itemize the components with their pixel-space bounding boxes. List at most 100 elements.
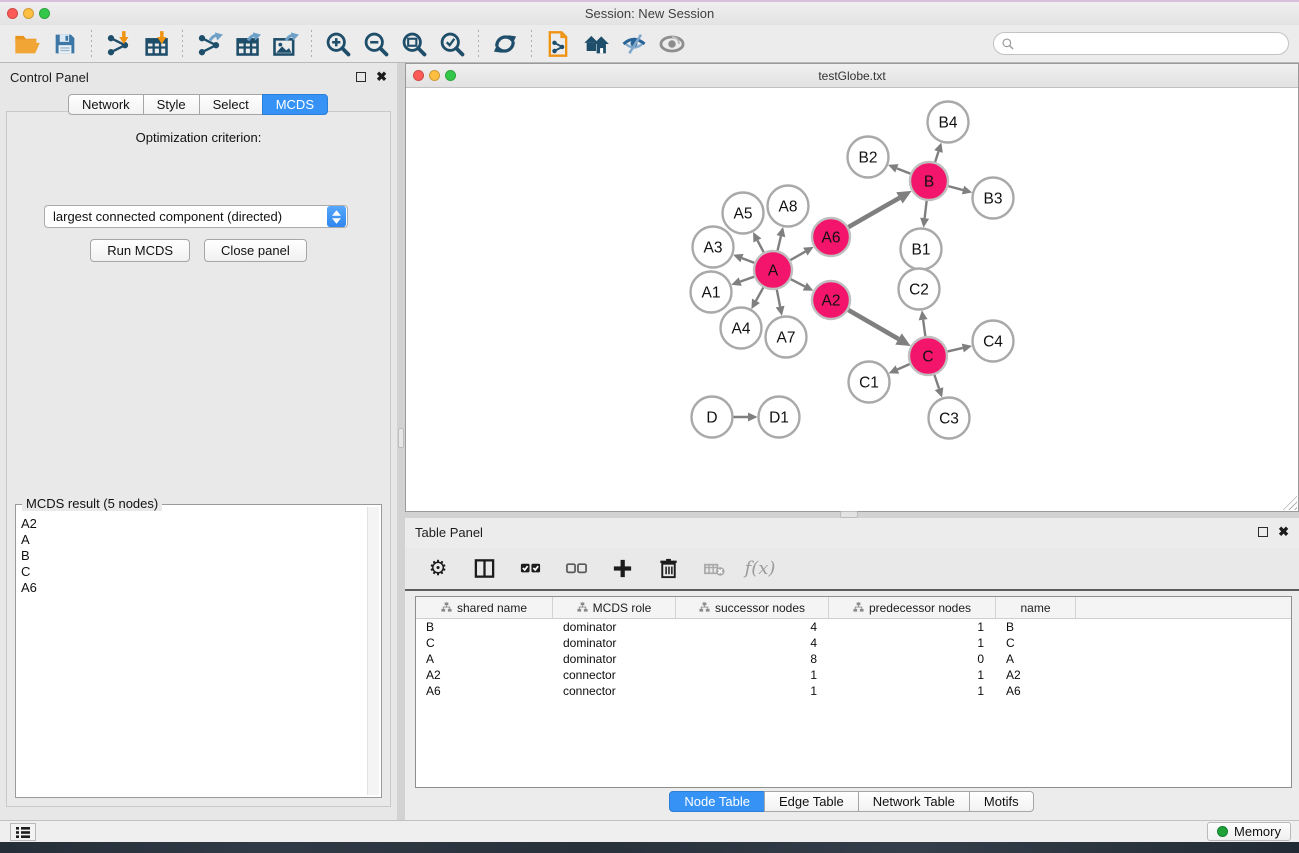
graph-node-C3[interactable]: C3 bbox=[929, 398, 970, 439]
vertical-divider-grip[interactable] bbox=[398, 428, 404, 448]
mcds-result-list[interactable]: A2ABCA6 bbox=[18, 507, 367, 795]
graph-node-D1[interactable]: D1 bbox=[759, 397, 800, 438]
tab-network[interactable]: Network bbox=[68, 94, 144, 115]
tab-style[interactable]: Style bbox=[143, 94, 200, 115]
import-network-button[interactable] bbox=[99, 28, 137, 60]
tab-select[interactable]: Select bbox=[199, 94, 263, 115]
close-panel-button[interactable]: Close panel bbox=[204, 239, 307, 262]
search-input[interactable] bbox=[1015, 33, 1288, 54]
table-cell[interactable]: dominator bbox=[553, 635, 676, 651]
table-cell[interactable]: 1 bbox=[676, 683, 829, 699]
table-cell[interactable]: 0 bbox=[829, 651, 996, 667]
horizontal-divider-grip[interactable] bbox=[840, 511, 858, 518]
table-cell[interactable]: A6 bbox=[416, 683, 553, 699]
table-cell[interactable]: 1 bbox=[829, 619, 996, 635]
graph-node-A3[interactable]: A3 bbox=[693, 227, 734, 268]
graph-node-B3[interactable]: B3 bbox=[973, 178, 1014, 219]
memory-button[interactable]: Memory bbox=[1207, 822, 1291, 841]
edge-A2-C[interactable] bbox=[846, 308, 899, 339]
table-cell[interactable]: B bbox=[416, 619, 553, 635]
network-canvas[interactable]: B4B2BB3A5A8A6A3B1AA1C2A2A4A7C4CC1DD1C3 bbox=[406, 88, 1298, 511]
zoom-in-button[interactable] bbox=[319, 28, 357, 60]
graph-node-A[interactable]: A bbox=[754, 251, 792, 289]
save-session-button[interactable] bbox=[46, 28, 84, 60]
table-cell[interactable]: 4 bbox=[676, 635, 829, 651]
graph-node-A4[interactable]: A4 bbox=[721, 308, 762, 349]
graph-node-A5[interactable]: A5 bbox=[723, 193, 764, 234]
graph-node-A6[interactable]: A6 bbox=[812, 218, 850, 256]
delete-column-button[interactable] bbox=[653, 554, 683, 584]
graph-node-D[interactable]: D bbox=[692, 397, 733, 438]
tab-motifs[interactable]: Motifs bbox=[969, 791, 1034, 812]
export-image-button[interactable] bbox=[266, 28, 304, 60]
table-row[interactable]: Adominator80A bbox=[416, 651, 1291, 667]
graph-node-A2[interactable]: A2 bbox=[812, 281, 850, 319]
graph-node-A1[interactable]: A1 bbox=[691, 272, 732, 313]
close-panel-icon[interactable]: ✖ bbox=[376, 72, 387, 82]
select-all-checkboxes-button[interactable] bbox=[515, 554, 545, 584]
task-history-button[interactable] bbox=[10, 823, 36, 841]
table-cell[interactable]: A bbox=[996, 651, 1076, 667]
tab-network-table[interactable]: Network Table bbox=[858, 791, 970, 812]
float-panel-icon[interactable] bbox=[356, 72, 366, 82]
mcds-result-item[interactable]: A6 bbox=[18, 580, 367, 596]
table-cell[interactable]: 1 bbox=[829, 667, 996, 683]
graph-node-B[interactable]: B bbox=[910, 162, 948, 200]
table-cell[interactable]: A2 bbox=[996, 667, 1076, 683]
zoom-selected-button[interactable] bbox=[433, 28, 471, 60]
hide-eye-button[interactable] bbox=[615, 28, 653, 60]
clear-selection-checkboxes-button[interactable] bbox=[561, 554, 591, 584]
table-cell[interactable]: connector bbox=[553, 667, 676, 683]
home-pair-button[interactable] bbox=[577, 28, 615, 60]
tab-mcds[interactable]: MCDS bbox=[262, 94, 328, 115]
add-column-button[interactable] bbox=[607, 554, 637, 584]
graph-node-A8[interactable]: A8 bbox=[768, 186, 809, 227]
column-header-shared-name[interactable]: shared name bbox=[416, 597, 553, 618]
apply-layout-refresh-button[interactable] bbox=[486, 28, 524, 60]
graph-node-B4[interactable]: B4 bbox=[928, 102, 969, 143]
criterion-dropdown[interactable]: largest connected component (directed) bbox=[44, 205, 348, 228]
result-scrollbar[interactable] bbox=[367, 507, 379, 795]
column-header-name[interactable]: name bbox=[996, 597, 1076, 618]
settings-gear-button[interactable]: ⚙ bbox=[423, 554, 453, 584]
table-cell[interactable]: 1 bbox=[676, 667, 829, 683]
table-cell[interactable]: B bbox=[996, 619, 1076, 635]
mcds-result-item[interactable]: A bbox=[18, 532, 367, 548]
graph-node-C2[interactable]: C2 bbox=[899, 269, 940, 310]
mcds-result-item[interactable]: C bbox=[18, 564, 367, 580]
open-file-button[interactable] bbox=[8, 28, 46, 60]
graph-node-C4[interactable]: C4 bbox=[973, 321, 1014, 362]
network-window-titlebar[interactable]: testGlobe.txt bbox=[406, 64, 1298, 88]
mcds-result-item[interactable]: A2 bbox=[18, 516, 367, 532]
graph-node-C1[interactable]: C1 bbox=[849, 362, 890, 403]
run-mcds-button[interactable]: Run MCDS bbox=[90, 239, 190, 262]
graph-node-B2[interactable]: B2 bbox=[848, 137, 889, 178]
edge-A6-B[interactable] bbox=[846, 198, 900, 229]
table-cell[interactable]: 8 bbox=[676, 651, 829, 667]
show-eye-button[interactable] bbox=[653, 28, 691, 60]
column-header-MCDS-role[interactable]: MCDS role bbox=[553, 597, 676, 618]
graph-node-C[interactable]: C bbox=[909, 337, 947, 375]
mcds-result-item[interactable]: B bbox=[18, 548, 367, 564]
tab-node-table[interactable]: Node Table bbox=[669, 791, 765, 812]
clone-network-document-button[interactable] bbox=[539, 28, 577, 60]
zoom-out-button[interactable] bbox=[357, 28, 395, 60]
table-cell[interactable]: 4 bbox=[676, 619, 829, 635]
table-cell[interactable]: A2 bbox=[416, 667, 553, 683]
search-box[interactable] bbox=[993, 32, 1289, 55]
table-cell[interactable]: 1 bbox=[829, 683, 996, 699]
table-cell[interactable]: dominator bbox=[553, 651, 676, 667]
float-table-panel-icon[interactable] bbox=[1258, 527, 1268, 537]
tab-edge-table[interactable]: Edge Table bbox=[764, 791, 859, 812]
table-row[interactable]: Cdominator41C bbox=[416, 635, 1291, 651]
table-row[interactable]: A2connector11A2 bbox=[416, 667, 1291, 683]
column-header-predecessor-nodes[interactable]: predecessor nodes bbox=[829, 597, 996, 618]
close-table-panel-icon[interactable]: ✖ bbox=[1278, 527, 1289, 537]
table-cell[interactable]: A6 bbox=[996, 683, 1076, 699]
zoom-fit-button[interactable] bbox=[395, 28, 433, 60]
graph-node-A7[interactable]: A7 bbox=[766, 317, 807, 358]
export-table-button[interactable] bbox=[228, 28, 266, 60]
network-graph[interactable]: B4B2BB3A5A8A6A3B1AA1C2A2A4A7C4CC1DD1C3 bbox=[406, 88, 1298, 510]
table-cell[interactable]: A bbox=[416, 651, 553, 667]
import-table-button[interactable] bbox=[137, 28, 175, 60]
